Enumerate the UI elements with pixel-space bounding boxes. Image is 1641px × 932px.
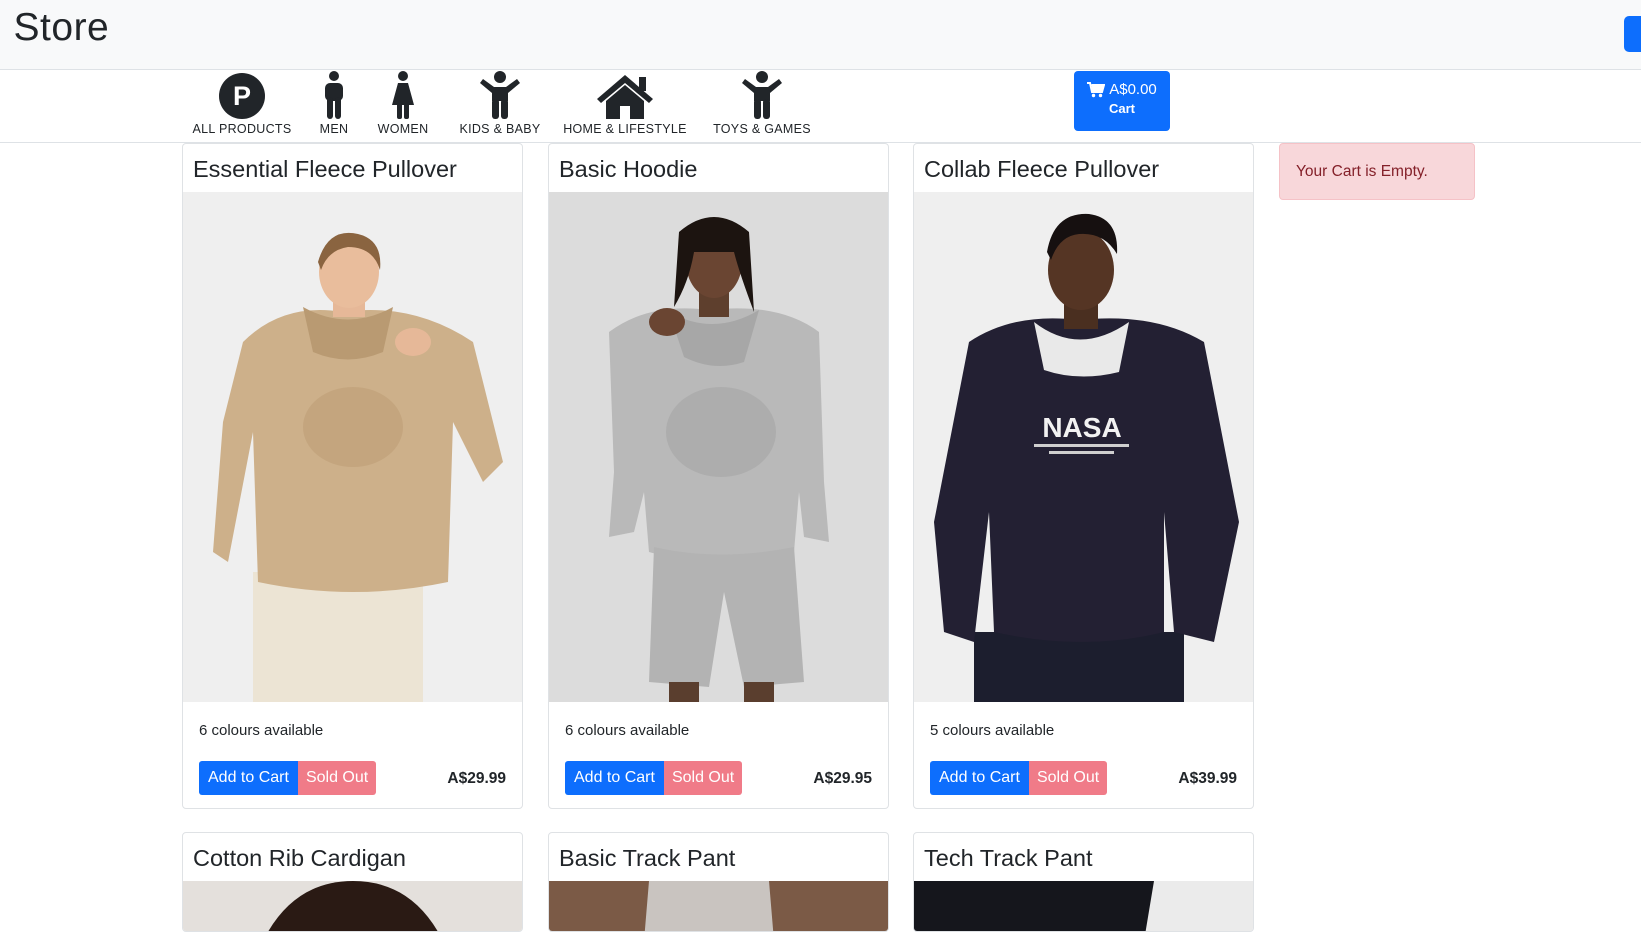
product-name: Basic Hoodie [559, 156, 698, 182]
product-image[interactable] [183, 192, 522, 702]
nav-label: ALL PRODUCTS [192, 122, 292, 136]
product-price: A$29.99 [447, 770, 506, 787]
product-name: Collab Fleece Pullover [924, 156, 1160, 182]
cart-total-value: A$0.00 [1109, 81, 1157, 98]
product-name: Basic Track Pant [559, 845, 736, 871]
add-to-cart-button[interactable]: Add to Cart [199, 761, 298, 795]
nav-item-all-products[interactable]: P ALL PRODUCTS [192, 70, 292, 143]
nav-item-women[interactable]: WOMEN [373, 70, 433, 143]
colours-available: 6 colours available [199, 722, 324, 739]
nav-label: MEN [319, 122, 349, 136]
nav-item-men[interactable]: MEN [311, 70, 357, 143]
product-price: A$39.99 [1178, 770, 1237, 787]
nav-label: WOMEN [377, 122, 429, 136]
man-icon [325, 71, 343, 119]
p-circle-icon: P [219, 73, 265, 119]
colours-available: 5 colours available [930, 722, 1055, 739]
product-card: Collab Fleece Pullover NASA 5 colours av… [913, 143, 1254, 809]
product-actions: Add to Cart Sold Out [199, 761, 377, 795]
nav-label: TOYS & GAMES [713, 122, 811, 136]
cart-empty-alert: Your Cart is Empty. [1279, 143, 1475, 200]
product-image[interactable] [549, 881, 888, 931]
product-actions: Add to Cart Sold Out [565, 761, 743, 795]
product-card: Cotton Rib Cardigan [182, 832, 523, 932]
cart-total: A$0.00 [1074, 81, 1170, 98]
sold-out-button[interactable]: Sold Out [297, 761, 377, 795]
add-to-cart-button[interactable]: Add to Cart [930, 761, 1029, 795]
product-card: Tech Track Pant [913, 832, 1254, 932]
child-icon [480, 71, 520, 119]
nav-item-toys-games[interactable]: TOYS & GAMES [712, 70, 812, 143]
product-name: Cotton Rib Cardigan [193, 845, 406, 871]
product-card: Basic Track Pant [548, 832, 889, 932]
nasa-logo-text: NASA [1042, 412, 1121, 443]
product-image[interactable]: NASA [914, 192, 1253, 702]
nav-label: KIDS & BABY [459, 122, 541, 136]
cart-label: Cart [1108, 101, 1135, 116]
nav-label: HOME & LIFESTYLE [563, 122, 687, 136]
top-bar: e Store [0, 0, 1641, 70]
top-right-button[interactable] [1624, 16, 1641, 52]
woman-icon [392, 71, 414, 119]
product-card: Essential Fleece Pullover 6 colours avai… [182, 143, 523, 809]
product-image[interactable] [549, 192, 888, 702]
category-nav: P ALL PRODUCTS MEN WOMEN KIDS & BABY HOM… [0, 70, 1641, 143]
nav-item-kids-baby[interactable]: KIDS & BABY [455, 70, 545, 143]
house-icon [597, 75, 653, 119]
sold-out-button[interactable]: Sold Out [1028, 761, 1108, 795]
add-to-cart-button[interactable]: Add to Cart [565, 761, 664, 795]
cart-button[interactable]: A$0.00 Cart [1074, 71, 1170, 131]
product-name: Tech Track Pant [924, 845, 1093, 871]
sold-out-button[interactable]: Sold Out [663, 761, 743, 795]
product-name: Essential Fleece Pullover [193, 156, 457, 182]
product-image[interactable] [914, 881, 1253, 931]
product-price: A$29.95 [813, 770, 872, 787]
nav-item-home-lifestyle[interactable]: HOME & LIFESTYLE [563, 70, 687, 143]
colours-available: 6 colours available [565, 722, 690, 739]
svg-text:P: P [233, 81, 251, 111]
product-actions: Add to Cart Sold Out [930, 761, 1108, 795]
product-image[interactable] [183, 881, 522, 931]
child-icon [742, 71, 782, 119]
product-card: Basic Hoodie 6 colours available Add to … [548, 143, 889, 809]
cart-icon [1087, 81, 1106, 97]
store-title: e Store [0, 6, 110, 49]
